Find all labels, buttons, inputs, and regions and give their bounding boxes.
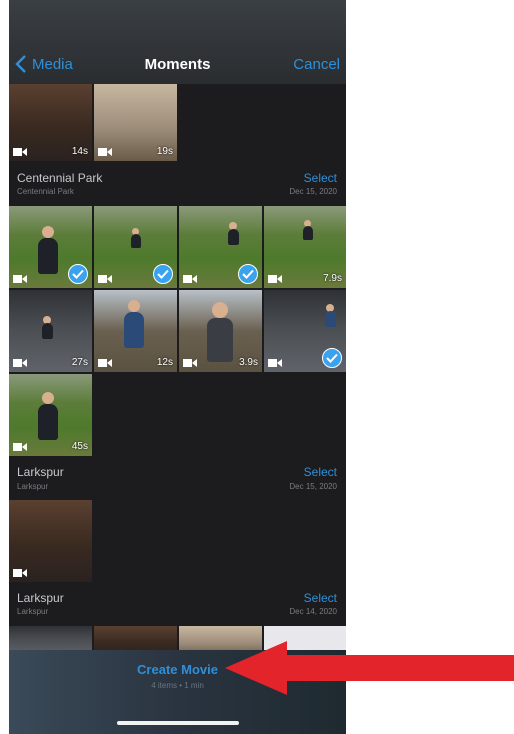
section-title: Larkspur: [17, 465, 64, 479]
video-duration: 7.9s: [323, 273, 342, 284]
video-thumbnail[interactable]: 27s: [9, 290, 92, 372]
checkmark-icon: [157, 269, 169, 279]
video-thumbnail[interactable]: [94, 206, 177, 288]
video-thumbnail[interactable]: 45s: [9, 374, 92, 456]
section-subtitle: Larkspur: [17, 607, 49, 616]
video-duration: 3.9s: [239, 357, 258, 368]
section-date: Dec 15, 2020: [289, 482, 337, 491]
video-camera-icon: [98, 148, 112, 156]
video-camera-icon: [13, 359, 27, 367]
video-thumbnail[interactable]: [9, 500, 92, 582]
video-camera-icon: [183, 275, 197, 283]
red-arrow-icon: [225, 641, 514, 695]
video-camera-icon: [183, 359, 197, 367]
video-camera-icon: [98, 275, 112, 283]
video-thumbnail[interactable]: [9, 206, 92, 288]
section-select-button[interactable]: Select: [304, 465, 337, 479]
video-camera-icon: [13, 443, 27, 451]
video-camera-icon: [268, 359, 282, 367]
video-thumbnail[interactable]: 7.9s: [264, 206, 346, 288]
video-camera-icon: [13, 569, 27, 577]
section-subtitle: Larkspur: [17, 482, 49, 491]
selected-check-icon: [322, 348, 342, 368]
home-indicator[interactable]: [117, 721, 239, 725]
video-duration: 12s: [156, 357, 173, 368]
video-camera-icon: [13, 148, 27, 156]
video-duration: 19s: [156, 146, 173, 157]
video-thumbnail[interactable]: [264, 290, 346, 372]
video-duration: 27s: [71, 357, 88, 368]
navigation-bar: Media Moments Cancel: [9, 0, 346, 84]
section-title: Centennial Park: [17, 171, 103, 185]
section-select-button[interactable]: Select: [304, 171, 337, 185]
video-thumbnail[interactable]: 14s: [9, 84, 92, 161]
video-duration: 45s: [71, 441, 88, 452]
section-date: Dec 14, 2020: [289, 607, 337, 616]
checkmark-icon: [242, 269, 254, 279]
selected-check-icon: [68, 264, 88, 284]
section-date: Dec 15, 2020: [289, 187, 337, 196]
section-select-button[interactable]: Select: [304, 591, 337, 605]
checkmark-icon: [72, 269, 84, 279]
selected-check-icon: [153, 264, 173, 284]
section-title: Larkspur: [17, 591, 64, 605]
video-camera-icon: [268, 275, 282, 283]
video-thumbnail[interactable]: 19s: [94, 84, 177, 161]
selected-check-icon: [238, 264, 258, 284]
video-duration: 14s: [71, 146, 88, 157]
video-thumbnail[interactable]: 12s: [94, 290, 177, 372]
video-camera-icon: [13, 275, 27, 283]
phone-screen: Media Moments Cancel 14s 19s Centennial …: [9, 0, 346, 734]
checkmark-icon: [326, 353, 338, 363]
video-camera-icon: [98, 359, 112, 367]
video-thumbnail[interactable]: 3.9s: [179, 290, 262, 372]
cancel-button[interactable]: Cancel: [293, 56, 340, 73]
section-subtitle: Centennial Park: [17, 187, 74, 196]
video-thumbnail[interactable]: [179, 206, 262, 288]
